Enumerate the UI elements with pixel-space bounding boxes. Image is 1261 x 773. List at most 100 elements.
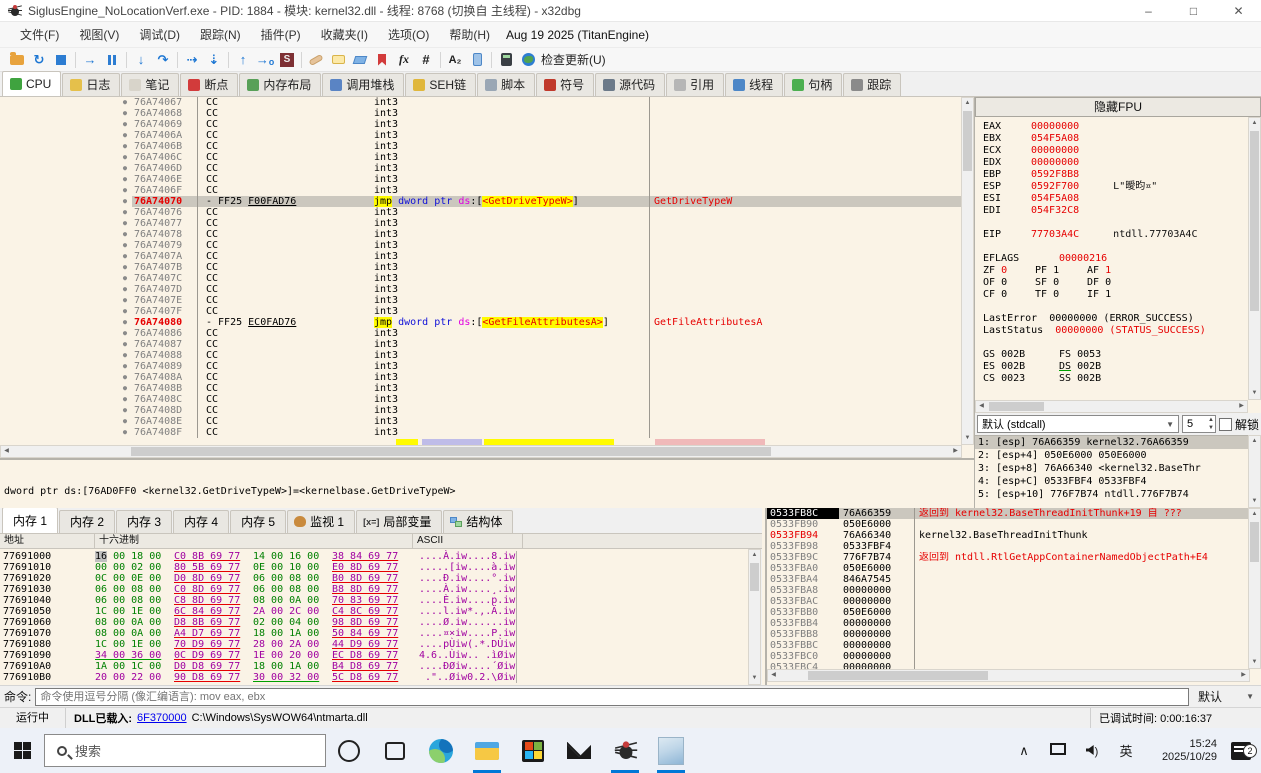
dump-tab-memory[interactable]: 内存 3 [116, 510, 172, 533]
stack-row[interactable]: 0533FBB800000000 [767, 629, 1250, 640]
arguments-vertical-scrollbar[interactable]: ▲ ▼ [1248, 435, 1261, 508]
hide-fpu-button[interactable]: 隐藏FPU [975, 97, 1261, 117]
dump-row[interactable]: 7769107008 00 0A 00A4 D7 69 7718 00 1A 0… [0, 628, 748, 639]
stack-row[interactable]: 0533FBA800000000 [767, 585, 1250, 596]
dump-vertical-scrollbar[interactable]: ▲ ▼ [748, 549, 761, 685]
dump-row[interactable]: 776910801C 00 1E 0070 D9 69 7728 00 2A 0… [0, 639, 748, 650]
breakpoint-dot-icon[interactable]: ● [118, 273, 132, 284]
disasm-row[interactable]: ●76A7407BCCint3 [0, 262, 962, 273]
close-button[interactable]: ✕ [1216, 0, 1261, 21]
stack-argument[interactable]: 1: [esp] 76A66359 kernel32.76A66359 [975, 436, 1248, 449]
scroll-up-icon[interactable]: ▲ [1249, 118, 1260, 129]
pause-icon[interactable] [101, 50, 123, 70]
maximize-button[interactable]: □ [1171, 0, 1216, 21]
disasm-row[interactable]: ●76A7408DCCint3 [0, 405, 962, 416]
scroll-left-icon[interactable]: ◀ [1, 446, 12, 457]
disasm-row[interactable]: ●76A7408CCCint3 [0, 394, 962, 405]
dump-tab-locals[interactable]: [x=]局部变量 [356, 510, 442, 533]
tab-handles[interactable]: 句柄 [784, 73, 842, 96]
dump-row[interactable]: 7769103006 00 08 00C0 8D 69 7706 00 08 0… [0, 584, 748, 595]
disasm-row[interactable]: ●76A74087CCint3 [0, 339, 962, 350]
disasm-row[interactable]: ●76A74069CCint3 [0, 119, 962, 130]
disasm-row[interactable]: ●76A7408BCCint3 [0, 383, 962, 394]
cortana-button[interactable] [326, 728, 372, 773]
tab-threads[interactable]: 线程 [725, 73, 783, 96]
disasm-row[interactable]: ●76A7406DCCint3 [0, 163, 962, 174]
register-line[interactable]: CS 0023SS 002B [983, 373, 1248, 385]
disasm-row[interactable]: ●76A74088CCint3 [0, 350, 962, 361]
restart-icon[interactable]: ↻ [28, 50, 50, 70]
register-line[interactable]: GS 002BFS 0053 [983, 349, 1248, 361]
dump-row[interactable]: 776910200C 00 0E 00D0 8D 69 7706 00 08 0… [0, 573, 748, 584]
stack-argument[interactable]: 2: [esp+4] 050E6000 050E6000 [975, 449, 1248, 462]
file-explorer-icon[interactable] [464, 728, 510, 773]
breakpoint-dot-icon[interactable]: ● [118, 174, 132, 185]
disasm-row[interactable]: ●76A7408ACCint3 [0, 372, 962, 383]
register-line[interactable]: CF 0TF 0IF 1 [983, 289, 1248, 301]
breakpoint-dot-icon[interactable]: ● [118, 284, 132, 295]
disasm-row[interactable]: ●76A7407ECCint3 [0, 295, 962, 306]
scroll-up-icon[interactable]: ▲ [1249, 509, 1260, 520]
stack-row[interactable]: 0533FB9476A66340kernel32.BaseThreadInitT… [767, 530, 1250, 541]
register-line[interactable]: EBX054F5A08 [983, 133, 1248, 145]
register-line[interactable]: ESP0592F700L"曖昀¤" [983, 181, 1248, 193]
disasm-row[interactable]: ●76A7408ECCint3 [0, 416, 962, 427]
stack-row[interactable]: 0533FBB400000000 [767, 618, 1250, 629]
disasm-row[interactable]: ●76A74077CCint3 [0, 218, 962, 229]
arg-count-stepper[interactable]: 5 ▲▼ [1182, 415, 1216, 433]
unlock-checkbox[interactable] [1219, 418, 1232, 431]
stack-argument[interactable]: 3: [esp+8] 76A66340 <kernel32.BaseThr [975, 462, 1248, 475]
language-indicator[interactable]: 英 [1109, 741, 1143, 760]
breakpoint-dot-icon[interactable]: ● [118, 163, 132, 174]
disasm-row[interactable]: ●76A74076CCint3 [0, 207, 962, 218]
register-line[interactable] [983, 301, 1248, 313]
scroll-down-icon[interactable]: ▼ [962, 433, 973, 444]
disasm-row[interactable]: ●76A7407DCCint3 [0, 284, 962, 295]
dump-row[interactable]: 776910B020 00 22 0090 D8 69 7730 00 32 0… [0, 672, 748, 683]
register-line[interactable]: ZF 0PF 1AF 1 [983, 265, 1248, 277]
scroll-down-icon[interactable]: ▼ [1249, 657, 1260, 668]
dump-row[interactable]: 7769104006 00 08 00C8 8D 69 7708 00 0A 0… [0, 595, 748, 606]
stack-row[interactable]: 0533FBBC00000000 [767, 640, 1250, 651]
tab-script[interactable]: 脚本 [477, 73, 535, 96]
registers-vertical-scrollbar[interactable]: ▲ ▼ [1248, 117, 1261, 400]
disasm-row[interactable]: ●76A74086CCint3 [0, 328, 962, 339]
tab-log[interactable]: 日志 [62, 73, 120, 96]
stack-row[interactable]: 0533FBA0050E6000 [767, 563, 1250, 574]
menu-item-选项[interactable]: 选项(O) [378, 24, 439, 46]
dump-tab-memory[interactable]: 内存 4 [173, 510, 229, 533]
stack-horizontal-scrollbar[interactable]: ◀ ▶ [767, 669, 1250, 682]
command-mode-select[interactable]: 默认 ▼ [1193, 688, 1259, 706]
breakpoint-dot-icon[interactable]: ● [118, 350, 132, 361]
register-line[interactable] [983, 217, 1248, 229]
breakpoint-dot-icon[interactable]: ● [118, 427, 132, 438]
dump-row[interactable]: 776910A01A 00 1C 00D0 D8 69 7718 00 1A 0… [0, 661, 748, 672]
dump-row[interactable]: 7769100016 00 18 00C0 8B 69 7714 00 16 0… [0, 551, 748, 562]
game-app-icon[interactable] [648, 728, 694, 773]
scroll-right-icon[interactable]: ▶ [1238, 670, 1249, 681]
register-line[interactable]: EFLAGS00000216 [983, 253, 1248, 265]
breakpoint-dot-icon[interactable]: ● [118, 394, 132, 405]
tab-trace[interactable]: 跟踪 [843, 73, 901, 96]
breakpoint-dot-icon[interactable]: ● [118, 240, 132, 251]
font-icon[interactable]: A₂ [444, 50, 466, 70]
stack-row[interactable]: 0533FBB0050E6000 [767, 607, 1250, 618]
open-file-icon[interactable] [6, 50, 28, 70]
register-line[interactable]: OF 0SF 0DF 0 [983, 277, 1248, 289]
registers-horizontal-scrollbar[interactable]: ◀ ▶ [975, 400, 1248, 413]
scroll-left-icon[interactable]: ◀ [976, 401, 987, 412]
tab-cpu[interactable]: CPU [2, 71, 61, 96]
execute-till-return-icon[interactable]: ↑ [232, 50, 254, 70]
breakpoint-dot-icon[interactable]: ● [118, 119, 132, 130]
stack-row[interactable]: 0533FBA4846A7545 [767, 574, 1250, 585]
disasm-row[interactable]: ●76A7408FCCint3 [0, 427, 962, 438]
disasm-horizontal-scrollbar[interactable]: ◀ ▶ [0, 445, 962, 458]
stack-row[interactable]: 0533FB9C776F7B74返回到 ntdll.RtlGetAppConta… [767, 552, 1250, 563]
dump-tab-memory[interactable]: 内存 1 [2, 508, 58, 533]
breakpoint-dot-icon[interactable]: ● [118, 383, 132, 394]
stack-argument[interactable]: 4: [esp+C] 0533FBF4 0533FBF4 [975, 475, 1248, 488]
mail-icon[interactable] [556, 728, 602, 773]
edge-icon[interactable] [418, 728, 464, 773]
scroll-left-icon[interactable]: ◀ [768, 670, 779, 681]
scroll-down-icon[interactable]: ▼ [749, 673, 760, 684]
